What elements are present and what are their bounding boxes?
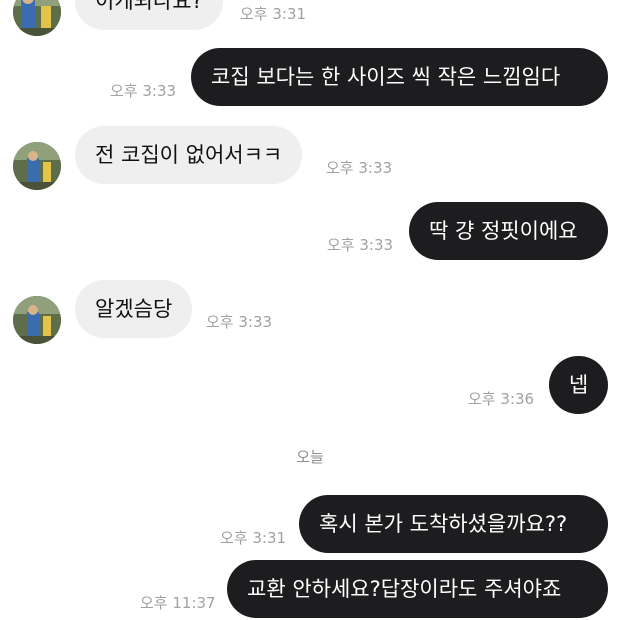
avatar-photo-icon: [13, 142, 61, 190]
message-timestamp: 오후 3:33: [326, 159, 393, 177]
message-text: 코집 보다는 한 사이즈 씩 작은 느낌임다: [211, 65, 561, 89]
message-text: 넵: [568, 373, 589, 397]
avatar[interactable]: [13, 0, 61, 36]
message-bubble-outgoing[interactable]: 코집 보다는 한 사이즈 씩 작은 느낌임다: [191, 48, 608, 106]
message-timestamp: 오후 11:37: [140, 594, 216, 612]
message-timestamp: 오후 3:33: [110, 82, 177, 100]
message-bubble-outgoing[interactable]: 넵: [549, 356, 608, 414]
chat-thread: 이게되나요? 오후 3:31 오후 3:33 코집 보다는 한 사이즈 씩 작은…: [0, 0, 620, 620]
avatar-photo-icon: [13, 0, 61, 36]
message-bubble-outgoing[interactable]: 딱 걍 정핏이에요: [409, 202, 608, 260]
message-timestamp: 오후 3:33: [206, 313, 273, 331]
message-timestamp: 오후 3:31: [220, 529, 287, 547]
message-bubble-incoming[interactable]: 전 코집이 없어서ㅋㅋ: [75, 126, 303, 184]
message-text: 전 코집이 없어서ㅋㅋ: [95, 143, 283, 167]
avatar[interactable]: [13, 296, 61, 344]
message-text: 교환 안하세요?답장이라도 주셔야죠: [247, 577, 562, 601]
message-bubble-outgoing[interactable]: 교환 안하세요?답장이라도 주셔야죠: [227, 560, 608, 618]
avatar[interactable]: [13, 142, 61, 190]
message-text: 알겠슴당: [95, 297, 173, 321]
message-timestamp: 오후 3:33: [327, 236, 394, 254]
message-timestamp: 오후 3:31: [240, 5, 307, 23]
message-bubble-incoming[interactable]: 이게되나요?: [75, 0, 223, 30]
message-bubble-incoming[interactable]: 알겠슴당: [75, 280, 193, 338]
day-divider: 오늘: [296, 448, 324, 466]
message-timestamp: 오후 3:36: [468, 390, 535, 408]
message-text: 딱 걍 정핏이에요: [429, 219, 578, 243]
message-bubble-outgoing[interactable]: 혹시 본가 도착하셨을까요??: [299, 495, 608, 553]
message-text: 이게되나요?: [95, 0, 203, 13]
message-text: 혹시 본가 도착하셨을까요??: [319, 512, 568, 536]
avatar-photo-icon: [13, 296, 61, 344]
